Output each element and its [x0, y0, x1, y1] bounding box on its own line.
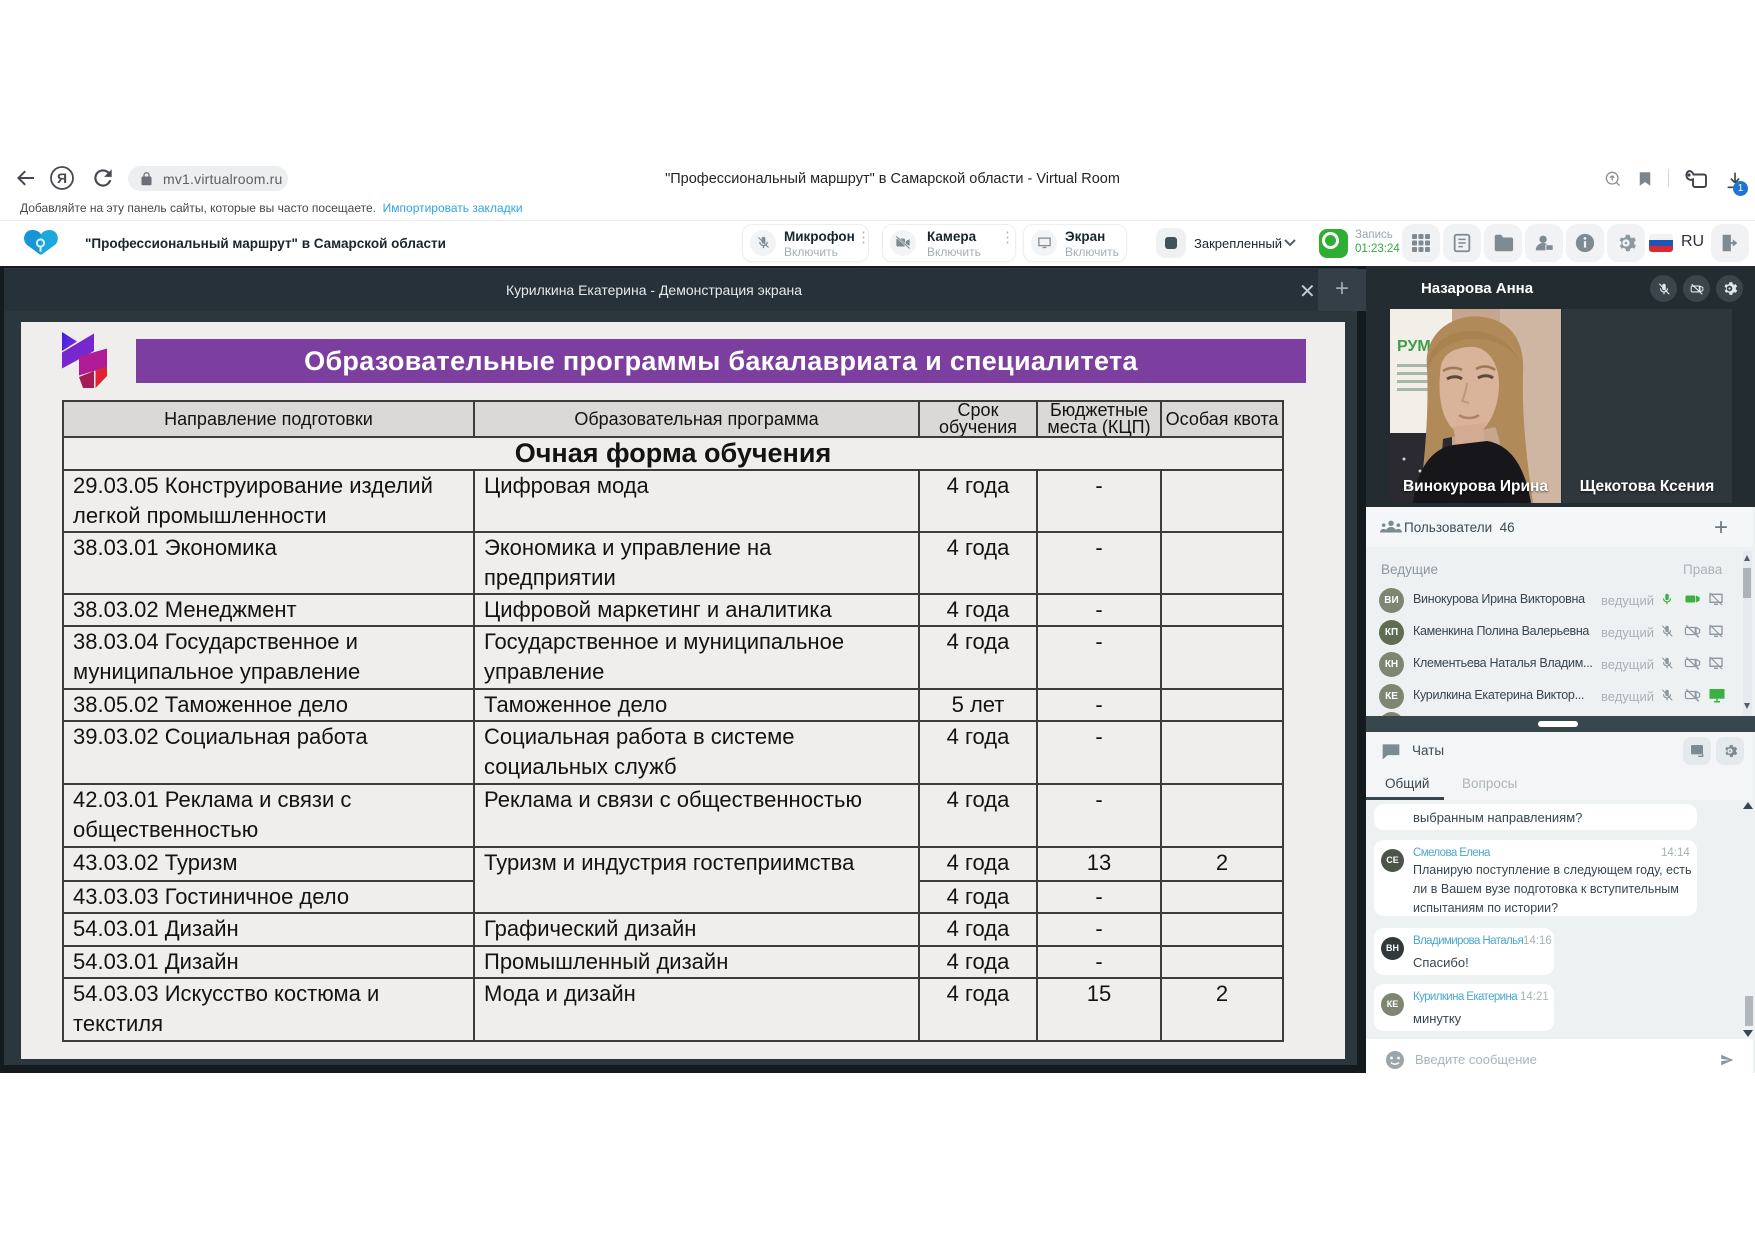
svg-text:РУМ: РУМ	[1397, 338, 1431, 355]
